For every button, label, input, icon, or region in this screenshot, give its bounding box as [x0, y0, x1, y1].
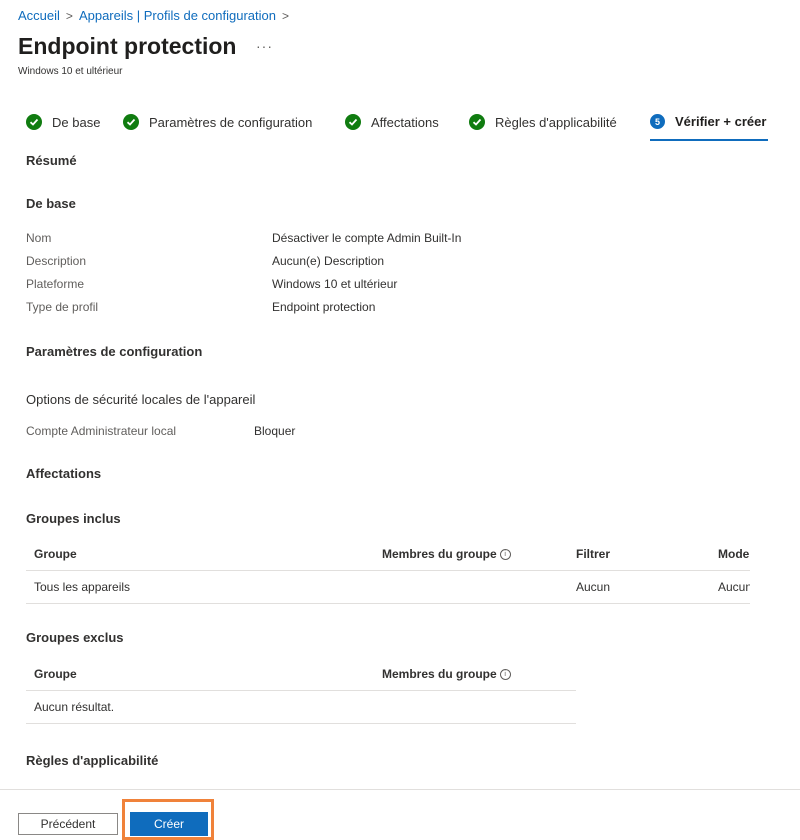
group-cell: Tous les appareils	[34, 580, 131, 594]
empty-results-text: Aucun résultat.	[34, 700, 115, 714]
step-basics[interactable]: De base	[26, 114, 100, 130]
column-header-group[interactable]: Groupe	[34, 658, 77, 690]
step-assignments[interactable]: Affectations	[345, 114, 439, 130]
table-header-row: Groupe Membres du groupe i Filtrer Mode	[26, 538, 750, 571]
step-label: Vérifier + créer	[675, 114, 767, 129]
create-button[interactable]: Créer	[130, 812, 208, 836]
local-admin-account-value: Bloquer	[254, 424, 296, 438]
wizard-steps: De base Paramètres de configuration Affe…	[26, 114, 776, 142]
more-options-icon[interactable]: ···	[256, 38, 273, 54]
configuration-settings-heading: Paramètres de configuration	[26, 344, 203, 359]
table-header-row: Groupe Membres du groupe i	[26, 658, 576, 691]
active-step-indicator	[650, 139, 768, 141]
column-header-label: Membres du groupe	[382, 667, 497, 681]
local-security-options-heading: Options de sécurité locales de l'apparei…	[26, 392, 256, 407]
assignments-heading: Affectations	[26, 466, 102, 481]
checkmark-icon	[469, 114, 485, 130]
step-label: De base	[52, 114, 101, 130]
excluded-groups-table: Groupe Membres du groupe i Aucun résultat…	[26, 658, 576, 724]
step-configuration-settings[interactable]: Paramètres de configuration	[123, 114, 312, 130]
breadcrumb-section-link[interactable]: Appareils | Profils de configuration	[79, 8, 276, 23]
breadcrumb-separator: >	[65, 8, 73, 23]
included-groups-table: Groupe Membres du groupe i Filtrer Mode T…	[26, 538, 750, 604]
platform-value: Windows 10 et ultérieur	[272, 277, 398, 291]
applicability-rules-heading: Règles d'applicabilité	[26, 753, 159, 768]
footer-bar: Précédent Créer	[0, 789, 800, 840]
step-label: Affectations	[371, 114, 439, 130]
included-groups-heading: Groupes inclus	[26, 511, 121, 526]
checkmark-icon	[123, 114, 139, 130]
name-label: Nom	[26, 231, 52, 245]
breadcrumb: Accueil > Appareils | Profils de configu…	[18, 8, 295, 23]
step-label: Paramètres de configuration	[149, 114, 313, 130]
breadcrumb-separator: >	[281, 8, 289, 23]
breadcrumb-home-link[interactable]: Accueil	[18, 8, 60, 23]
checkmark-icon	[345, 114, 361, 130]
summary-heading: Résumé	[26, 153, 77, 168]
column-header-members[interactable]: Membres du groupe i	[382, 538, 511, 570]
checkmark-icon	[26, 114, 42, 130]
page-title: Endpoint protection	[18, 33, 237, 59]
filter-cell: Aucun	[576, 580, 611, 594]
table-row: Tous les appareils Aucun Aucun	[26, 571, 750, 604]
profile-type-value: Endpoint protection	[272, 300, 376, 314]
column-header-members[interactable]: Membres du groupe i	[382, 658, 511, 690]
step-number-badge: 5	[650, 114, 665, 129]
local-admin-account-label: Compte Administrateur local	[26, 424, 177, 438]
column-header-label: Membres du groupe	[382, 547, 497, 561]
profile-type-label: Type de profil	[26, 300, 99, 314]
column-header-mode[interactable]: Mode	[718, 538, 750, 570]
description-value: Aucun(e) Description	[272, 254, 385, 268]
mode-cell: Aucun	[718, 580, 750, 594]
info-icon[interactable]: i	[499, 669, 511, 681]
step-label: Règles d'applicabilité	[495, 114, 617, 130]
info-icon[interactable]: i	[499, 549, 511, 561]
previous-button[interactable]: Précédent	[18, 813, 118, 835]
column-header-filter[interactable]: Filtrer	[576, 538, 610, 570]
platform-label: Plateforme	[26, 277, 85, 291]
excluded-groups-heading: Groupes exclus	[26, 630, 124, 645]
step-applicability-rules[interactable]: Règles d'applicabilité	[469, 114, 617, 130]
table-empty-row: Aucun résultat.	[26, 691, 576, 724]
page-subtitle: Windows 10 et ultérieur	[18, 66, 123, 77]
basics-heading: De base	[26, 196, 76, 211]
name-value: Désactiver le compte Admin Built-In	[272, 231, 462, 245]
step-review-create[interactable]: 5 Vérifier + créer	[650, 114, 766, 129]
description-label: Description	[26, 254, 87, 268]
column-header-group[interactable]: Groupe	[34, 538, 77, 570]
